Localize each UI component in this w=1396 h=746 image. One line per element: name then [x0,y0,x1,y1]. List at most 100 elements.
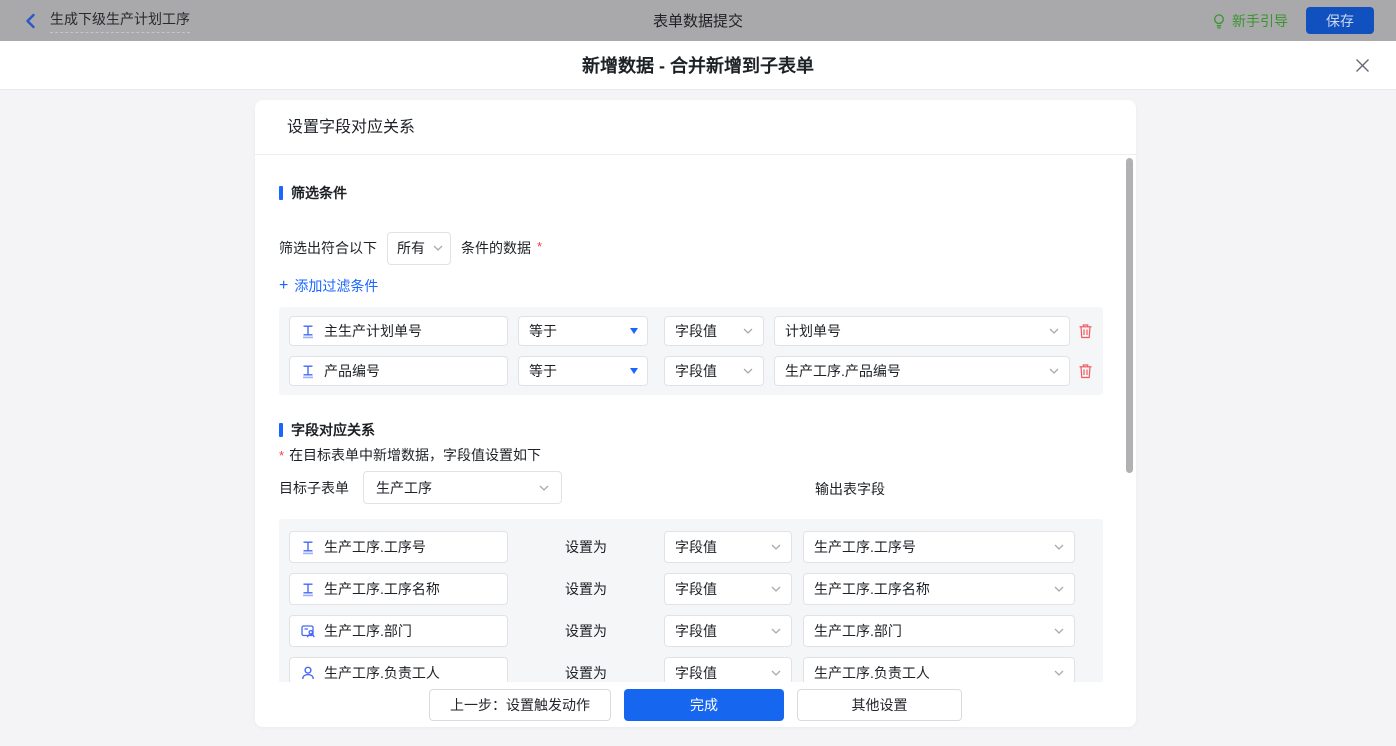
chevron-down-icon [1049,368,1059,374]
chevron-down-icon [743,368,753,374]
scrollbar-thumb[interactable] [1126,158,1133,473]
filter-value-type-value: 字段值 [675,361,717,381]
mapping-value-type-value: 字段值 [675,663,717,682]
filter-row: 产品编号 等于 字段值 生产工序.产品编号 [289,356,1093,386]
modal-title: 新增数据 - 合并新增到子表单 [582,52,814,78]
mapping-target-field[interactable]: 生产工序.负责工人 [289,657,508,682]
filter-row: 主生产计划单号 等于 字段值 计划单号 [289,316,1093,346]
plus-icon: + [279,279,288,293]
department-icon [300,623,316,639]
filter-operator-select[interactable]: 等于 [518,316,648,346]
filter-value-value: 生产工序.产品编号 [785,361,901,381]
field-mapping-panel: 生产工序.工序号 设置为 字段值 生产工序.工序号 [279,519,1103,682]
match-mode-select[interactable]: 所有 [387,232,451,265]
modal-footer: 上一步：设置触发动作 完成 其他设置 [255,682,1136,727]
required-mark: * [537,239,542,254]
modal-body: 设置字段对应关系 筛选条件 筛选出符合以下 所有 条件的数据 * + 添加过滤条… [0,90,1396,746]
chevron-down-icon [743,328,753,334]
filter-value-type-value: 字段值 [675,321,717,341]
chevron-down-icon [433,245,443,251]
workflow-title[interactable]: 生成下级生产计划工序 [50,9,190,33]
mapping-value-type-value: 字段值 [675,537,717,557]
mapping-source-field-value: 生产工序.工序名称 [814,579,930,599]
chevron-down-icon [539,485,549,491]
filter-operator-value: 等于 [529,361,557,381]
card-scroll-area: 筛选条件 筛选出符合以下 所有 条件的数据 * + 添加过滤条件 [255,156,1136,682]
close-icon [1355,58,1370,73]
mapping-source-field-select[interactable]: 生产工序.负责工人 [803,657,1075,682]
chevron-down-icon [1054,628,1064,634]
set-as-label: 设置为 [508,663,664,682]
mapping-source-field-value: 生产工序.部门 [814,621,902,641]
mapping-value-type-select[interactable]: 字段值 [664,573,792,605]
mapping-description: * 在目标表单中新增数据，字段值设置如下 [279,446,1136,463]
page-title: 表单数据提交 [0,10,1396,31]
chevron-down-icon [771,544,781,550]
caret-down-icon [630,368,638,374]
match-mode-value: 所有 [397,238,425,258]
filter-conditions-panel: 主生产计划单号 等于 字段值 计划单号 [279,307,1103,395]
card-header-title: 设置字段对应关系 [255,100,1136,155]
mapping-value-type-select[interactable]: 字段值 [664,657,792,682]
text-field-icon [300,363,316,379]
mapping-target-field-value: 生产工序.部门 [324,621,412,641]
filter-sentence-suffix: 条件的数据 [461,238,531,258]
user-icon [300,665,316,681]
modal-header: 新增数据 - 合并新增到子表单 [0,41,1396,90]
close-button[interactable] [1355,58,1370,73]
mapping-source-field-select[interactable]: 生产工序.工序名称 [803,573,1075,605]
filter-field-select[interactable]: 产品编号 [289,356,508,386]
filter-value-select[interactable]: 生产工序.产品编号 [774,356,1070,386]
filter-sentence: 筛选出符合以下 所有 条件的数据 * [279,231,1136,265]
mapping-source-field-select[interactable]: 生产工序.部门 [803,615,1075,647]
required-mark: * [279,448,284,463]
mapping-value-type-select[interactable]: 字段值 [664,615,792,647]
mapping-target-field[interactable]: 生产工序.工序号 [289,531,508,563]
target-subform-select[interactable]: 生产工序 [363,471,562,504]
text-field-icon [300,581,316,597]
mapping-section-label: 字段对应关系 [291,420,375,440]
mapping-section-title: 字段对应关系 [279,422,1136,438]
mapping-source-field-select[interactable]: 生产工序.工序号 [803,531,1075,563]
previous-step-button[interactable]: 上一步：设置触发动作 [429,689,611,721]
output-fields-header: 输出表字段 [815,479,885,499]
text-field-icon [300,323,316,339]
filter-operator-value: 等于 [529,321,557,341]
filter-section-title: 筛选条件 [279,185,1136,201]
trash-icon [1078,363,1093,379]
other-settings-button[interactable]: 其他设置 [797,689,962,721]
text-field-icon [300,539,316,555]
set-as-label: 设置为 [508,579,664,599]
top-app-bar: 生成下级生产计划工序 表单数据提交 新手引导 保存 [0,0,1396,41]
filter-value-type-select[interactable]: 字段值 [664,356,764,386]
section-accent-bar [279,186,283,200]
mapping-target-field[interactable]: 生产工序.部门 [289,615,508,647]
beginner-guide-link[interactable]: 新手引导 [1211,11,1288,31]
set-as-label: 设置为 [508,621,664,641]
filter-sentence-prefix: 筛选出符合以下 [279,238,377,258]
back-button[interactable] [22,12,40,30]
filter-section-label: 筛选条件 [291,183,347,203]
finish-button[interactable]: 完成 [624,689,784,721]
chevron-left-icon [22,12,40,30]
add-filter-condition-link[interactable]: + 添加过滤条件 [279,277,378,294]
trash-icon [1078,323,1093,339]
delete-condition-button[interactable] [1078,323,1093,339]
mapping-target-field[interactable]: 生产工序.工序名称 [289,573,508,605]
caret-down-icon [630,328,638,334]
filter-field-select[interactable]: 主生产计划单号 [289,316,508,346]
mapping-row: 生产工序.工序号 设置为 字段值 生产工序.工序号 [289,531,1093,563]
mapping-value-type-value: 字段值 [675,621,717,641]
mapping-value-type-select[interactable]: 字段值 [664,531,792,563]
filter-operator-select[interactable]: 等于 [518,356,648,386]
filter-value-select[interactable]: 计划单号 [774,316,1070,346]
chevron-down-icon [1054,586,1064,592]
filter-value-type-select[interactable]: 字段值 [664,316,764,346]
filter-field-value: 产品编号 [324,361,380,381]
chevron-down-icon [771,628,781,634]
save-button[interactable]: 保存 [1306,7,1374,34]
mapping-source-field-value: 生产工序.工序号 [814,537,916,557]
target-subform-row: 目标子表单 生产工序 输出表字段 [279,471,1136,504]
mapping-target-field-value: 生产工序.负责工人 [324,663,440,682]
delete-condition-button[interactable] [1078,363,1093,379]
